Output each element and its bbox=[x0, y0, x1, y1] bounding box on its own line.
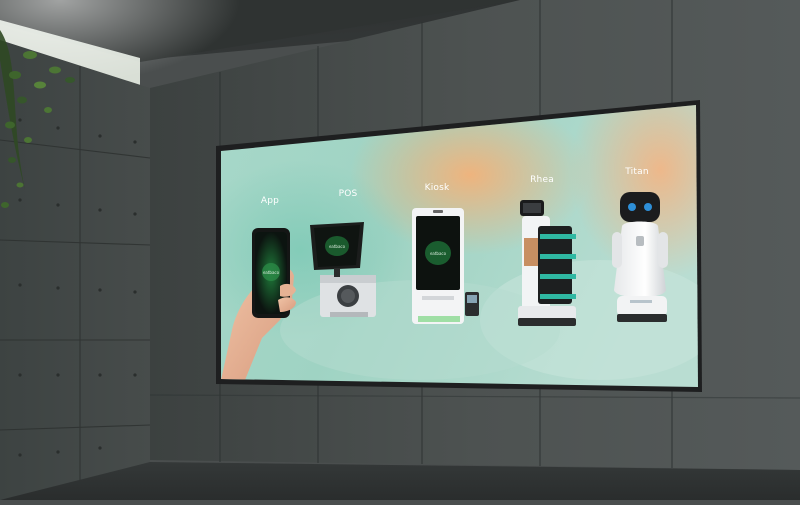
service-robot-icon bbox=[612, 192, 668, 322]
scene-illustration: eatbaco eatbaco eatbaco bbox=[0, 0, 800, 500]
room-scene: eatbaco eatbaco eatbaco App POS Kiosk Rh… bbox=[0, 0, 800, 500]
phone-logo: eatbaco bbox=[263, 270, 280, 275]
product-label-pos: POS bbox=[338, 189, 358, 199]
product-label-rhea: Rhea bbox=[530, 175, 554, 185]
pos-logo: eatbaco bbox=[329, 244, 346, 249]
kiosk-logo: eatbaco bbox=[430, 251, 447, 256]
product-label-app: App bbox=[260, 196, 280, 206]
product-label-titan: Titan bbox=[625, 167, 649, 177]
product-label-kiosk: Kiosk bbox=[424, 183, 450, 193]
